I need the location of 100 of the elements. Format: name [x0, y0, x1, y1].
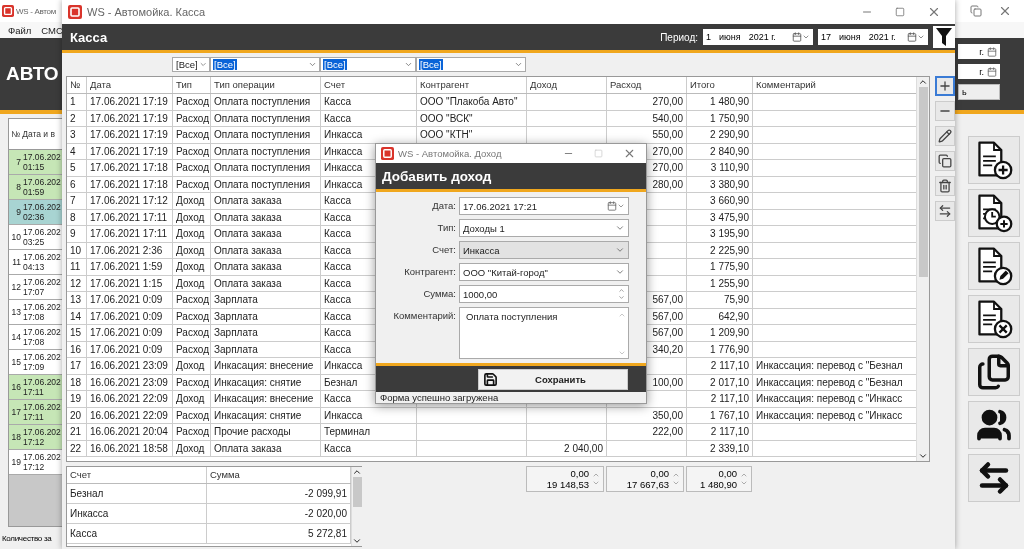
table-cell: Расход: [173, 292, 211, 308]
table-cell: 16.06.2021 23:09: [87, 358, 173, 374]
table-cell: Расход: [173, 160, 211, 176]
field-label: Дата:: [431, 199, 456, 213]
caret-icon: [615, 267, 625, 277]
dropdown[interactable]: ООО "Китай-город": [459, 263, 629, 281]
date-field[interactable]: 1 июня 2021 г.: [703, 29, 813, 45]
table-cell: 2 225,90: [687, 242, 753, 258]
table-cell: 4: [67, 143, 87, 159]
table-cell: 12: [67, 275, 87, 291]
filter-dropdown[interactable]: [Все]: [320, 57, 416, 72]
table-cell: 13: [67, 292, 87, 308]
table-cell: 14: [67, 308, 87, 324]
delete-document-button[interactable]: [968, 295, 1020, 343]
menu-item[interactable]: СМС: [41, 24, 63, 36]
caret-icon: [617, 202, 625, 210]
transfer-button[interactable]: [935, 201, 955, 221]
add-document-button[interactable]: [968, 136, 1020, 184]
restore-icon[interactable]: [970, 5, 982, 17]
close-icon[interactable]: [623, 147, 636, 160]
table-cell: Расход: [173, 341, 211, 357]
table-cell: Касса: [321, 440, 417, 456]
table-cell: Доход: [173, 440, 211, 456]
total-value: 1 480,90: [700, 479, 737, 490]
caret-icon: [308, 60, 317, 69]
transfer-button[interactable]: [968, 454, 1020, 502]
table-cell: 17: [67, 358, 87, 374]
table-cell: 2 117,10: [687, 424, 753, 440]
table-cell: Оплата заказа: [211, 193, 321, 209]
table-cell: 9: [67, 226, 87, 242]
table-cell: 6: [67, 176, 87, 192]
table-cell: Расход: [173, 374, 211, 390]
caret-icon: [615, 223, 625, 233]
documents-button[interactable]: [968, 348, 1020, 396]
scrollbar[interactable]: [916, 77, 929, 461]
row-number: 19: [10, 457, 21, 467]
table-cell: Расход: [173, 325, 211, 341]
total-value: 17 667,63: [626, 479, 669, 490]
row-number: 11: [11, 257, 21, 267]
table-cell: 1 767,10: [687, 407, 753, 423]
table-cell: 2 290,90: [687, 127, 753, 143]
copy-button[interactable]: [935, 151, 955, 171]
column-header: Расход: [607, 77, 687, 93]
table-cell: 17.06.2021 17:19: [87, 127, 173, 143]
status-text: Количество за: [2, 533, 52, 543]
table-cell: 550,00: [607, 127, 687, 143]
row-date: 17.06.202 17:09: [22, 352, 61, 372]
table-cell: Доход: [173, 358, 211, 374]
row-date: 17.06.202 17:07: [22, 277, 61, 297]
table-cell: Расход: [173, 94, 211, 110]
edit-button[interactable]: [935, 126, 955, 146]
filter-dropdown[interactable]: [Все]: [210, 57, 320, 72]
app-logo-icon: [68, 5, 82, 19]
close-icon[interactable]: [998, 4, 1012, 18]
scroll-down-icon[interactable]: [918, 451, 928, 461]
table-cell: Прочие расходы: [211, 424, 321, 440]
date-picker[interactable]: 17.06.2021 17:21: [459, 197, 629, 215]
table-cell: 2 840,90: [687, 143, 753, 159]
edit-document-button[interactable]: [968, 242, 1020, 290]
calendar-icon: [987, 66, 997, 77]
save-button[interactable]: Сохранить: [478, 368, 628, 390]
row-number: 13: [10, 307, 21, 317]
column-header: №: [67, 77, 87, 93]
filter-icon: [936, 28, 952, 46]
calendar-icon: [907, 32, 917, 42]
apply-button[interactable]: ь: [958, 84, 1000, 100]
menu-item[interactable]: Файл: [8, 24, 32, 36]
dropdown[interactable]: Доходы 1: [459, 219, 629, 237]
filter-dropdown[interactable]: [Все]: [172, 57, 210, 72]
row-date: 17.06.202 17:12: [22, 427, 61, 447]
window-title: WS - Автом: [16, 6, 56, 16]
add-button[interactable]: [935, 76, 955, 96]
table-cell: 17.06.2021 17:18: [87, 160, 173, 176]
date-field[interactable]: г.: [958, 64, 1000, 79]
clients-button[interactable]: [968, 401, 1020, 449]
scroll-up-icon[interactable]: [352, 467, 362, 477]
maximize-icon[interactable]: [895, 7, 905, 17]
row-number: 8: [15, 182, 21, 192]
table-cell: Расход: [173, 407, 211, 423]
caret-icon: [404, 60, 413, 69]
filter-dropdown[interactable]: [Все]: [416, 57, 526, 72]
table-cell: 2 339,10: [687, 440, 753, 456]
date-field[interactable]: 17 июня 2021 г.: [818, 29, 928, 45]
row-number: 10: [10, 232, 21, 242]
table-cell: Оплата заказа: [211, 440, 321, 456]
date-field[interactable]: г.: [958, 44, 1000, 59]
scrollbar[interactable]: [351, 467, 362, 546]
remove-button[interactable]: [935, 101, 955, 121]
table-cell: Оплата заказа: [211, 209, 321, 225]
schedule-document-button[interactable]: [968, 189, 1020, 237]
column-header: Тип операции: [211, 77, 321, 93]
scroll-up-icon[interactable]: [918, 77, 928, 87]
table-cell: 17.06.2021 17:19: [87, 94, 173, 110]
table-cell: 22: [67, 440, 87, 456]
filter-button[interactable]: [933, 26, 955, 48]
scroll-down-icon[interactable]: [352, 536, 362, 546]
table-cell: 17.06.2021 0:09: [87, 325, 173, 341]
copy-icon: [938, 154, 952, 168]
delete-button[interactable]: [935, 176, 955, 196]
close-icon[interactable]: [927, 5, 941, 19]
